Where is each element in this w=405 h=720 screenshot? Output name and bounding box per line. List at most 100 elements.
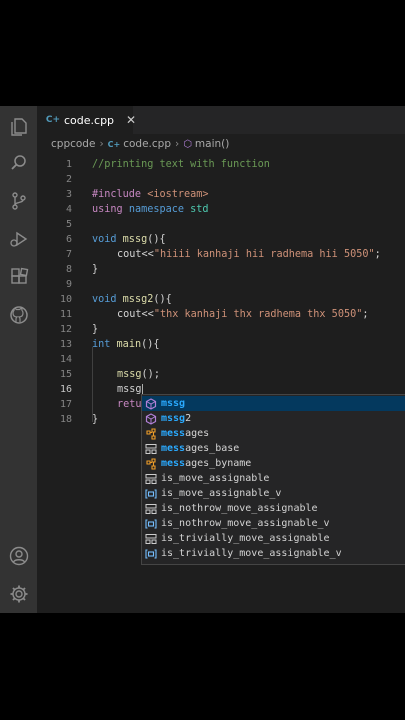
breadcrumb-file[interactable]: code.cpp: [123, 138, 171, 150]
keyword: using: [92, 204, 129, 215]
line-number: 9: [65, 279, 72, 290]
method-icon: [145, 412, 157, 425]
function-name: main: [116, 339, 142, 350]
string-literal: "hiiii kanhaji hii radhema hii 5050": [153, 249, 375, 260]
line-number: 4: [65, 204, 72, 215]
chevron-right-icon: ›: [99, 138, 104, 150]
breadcrumb-symbol[interactable]: main(): [195, 138, 229, 150]
explorer-icon[interactable]: [8, 116, 30, 138]
tab-bar: C+ code.cpp ✕: [37, 106, 405, 134]
include-path: <iostream>: [147, 189, 209, 200]
preprocessor: #include: [92, 189, 148, 200]
suggestion-label: is_trivially_move_assignable: [161, 533, 330, 544]
code-line: mssg: [117, 384, 142, 395]
variable-icon: [145, 518, 157, 530]
punctuation: (){: [147, 234, 166, 245]
suggestion-label: mssg2: [161, 413, 192, 424]
punctuation: }: [92, 414, 99, 425]
suggestion-label: is_move_assignable: [161, 473, 270, 484]
method-icon: [145, 397, 157, 410]
function-name: mssg2: [122, 294, 154, 305]
line-number: 5: [65, 219, 72, 230]
punctuation: (){: [141, 339, 160, 350]
code-line: cout<<"thx kanhaji thx radhema thx 5050"…: [117, 309, 369, 320]
suggestion-item[interactable]: is_trivially_move_assignable_v: [142, 546, 405, 561]
suggestion-item[interactable]: mssg: [142, 396, 405, 411]
suggestion-item[interactable]: messages_base: [142, 441, 405, 456]
suggestion-item[interactable]: is_trivially_move_assignable: [142, 531, 405, 546]
line-number: 14: [59, 354, 72, 365]
punctuation: }: [92, 264, 99, 275]
code-line: mssg();: [117, 369, 160, 380]
suggestion-label: is_trivially_move_assignable_v: [161, 548, 342, 559]
line-number: 18: [59, 414, 72, 425]
line-number: 15: [59, 369, 72, 380]
suggestion-item[interactable]: is_move_assignable_v: [142, 486, 405, 501]
class-icon: [145, 457, 157, 470]
line-number: 8: [65, 264, 72, 275]
breadcrumb: cppcode › C+ code.cpp › ⬡ main(): [51, 136, 229, 152]
suggestion-item[interactable]: messages: [142, 426, 405, 441]
suggestion-label: is_nothrow_move_assignable: [161, 503, 318, 514]
close-icon[interactable]: ✕: [126, 113, 136, 127]
line-number: 11: [59, 309, 72, 320]
suggestion-item[interactable]: is_nothrow_move_assignable: [142, 501, 405, 516]
punctuation: ();: [141, 369, 160, 380]
autocomplete-suggestions[interactable]: mssg mssg2 messages messages_base messages_b…: [141, 394, 405, 565]
tab-code-cpp[interactable]: C+ code.cpp ✕: [37, 106, 136, 134]
struct-icon: [145, 473, 157, 485]
code-line: }: [92, 324, 98, 335]
indent-guide: [92, 347, 93, 422]
suggestion-item[interactable]: is_move_assignable: [142, 471, 405, 486]
activity-bar: [0, 106, 37, 613]
extensions-icon[interactable]: [8, 266, 30, 288]
code-line: #include <iostream>: [92, 189, 209, 200]
line-number: 1: [65, 159, 72, 170]
code-line: retu: [117, 399, 142, 410]
suggestion-label: messages: [161, 428, 210, 439]
struct-icon: [145, 533, 157, 545]
method-cube-icon: ⬡: [183, 138, 192, 150]
suggestion-label: mssg: [161, 398, 186, 409]
suggestion-label: is_nothrow_move_assignable_v: [161, 518, 330, 529]
code-line: cout<<"hiiii kanhaji hii radhema hii 505…: [117, 249, 381, 260]
settings-gear-icon[interactable]: [8, 583, 30, 605]
source-control-icon[interactable]: [8, 190, 30, 212]
code-line: int main(){: [92, 339, 160, 350]
cpp-file-icon: C+: [45, 115, 61, 125]
search-icon[interactable]: [8, 152, 30, 174]
line-number: 12: [59, 324, 72, 335]
suggestion-item[interactable]: is_nothrow_move_assignable_v: [142, 516, 405, 531]
keyword: retu: [117, 399, 142, 410]
cpp-file-icon: C+: [107, 139, 121, 149]
suggestion-item[interactable]: mssg2: [142, 411, 405, 426]
suggestion-label: messages_byname: [161, 458, 252, 469]
variable-icon: [145, 488, 157, 500]
breadcrumb-folder[interactable]: cppcode: [51, 138, 95, 150]
code-line: }: [92, 264, 98, 275]
suggestion-label: is_move_assignable_v: [161, 488, 282, 499]
suggestion-item[interactable]: messages_byname: [142, 456, 405, 471]
function-name: mssg: [122, 234, 148, 245]
variable-icon: [145, 548, 157, 560]
line-number: 7: [65, 249, 72, 260]
line-number: 10: [59, 294, 72, 305]
punctuation: (){: [153, 294, 172, 305]
punctuation: ;: [362, 309, 369, 320]
keyword: void: [92, 234, 123, 245]
comment: //printing text with function: [92, 159, 270, 170]
run-debug-icon[interactable]: [8, 228, 30, 250]
function-call: mssg: [117, 369, 142, 380]
code-line: void mssg2(){: [92, 294, 172, 305]
account-icon[interactable]: [8, 545, 30, 567]
github-icon[interactable]: [8, 304, 30, 326]
code-line: void mssg(){: [92, 234, 166, 245]
namespace-name: std: [190, 204, 209, 215]
line-number: 3: [65, 189, 72, 200]
line-number: 6: [65, 234, 72, 245]
line-number: 13: [59, 339, 72, 350]
code-line: }: [92, 414, 98, 425]
code-line: using namespace std: [92, 204, 209, 215]
keyword: namespace: [128, 204, 191, 215]
suggestion-label: messages_base: [161, 443, 240, 454]
